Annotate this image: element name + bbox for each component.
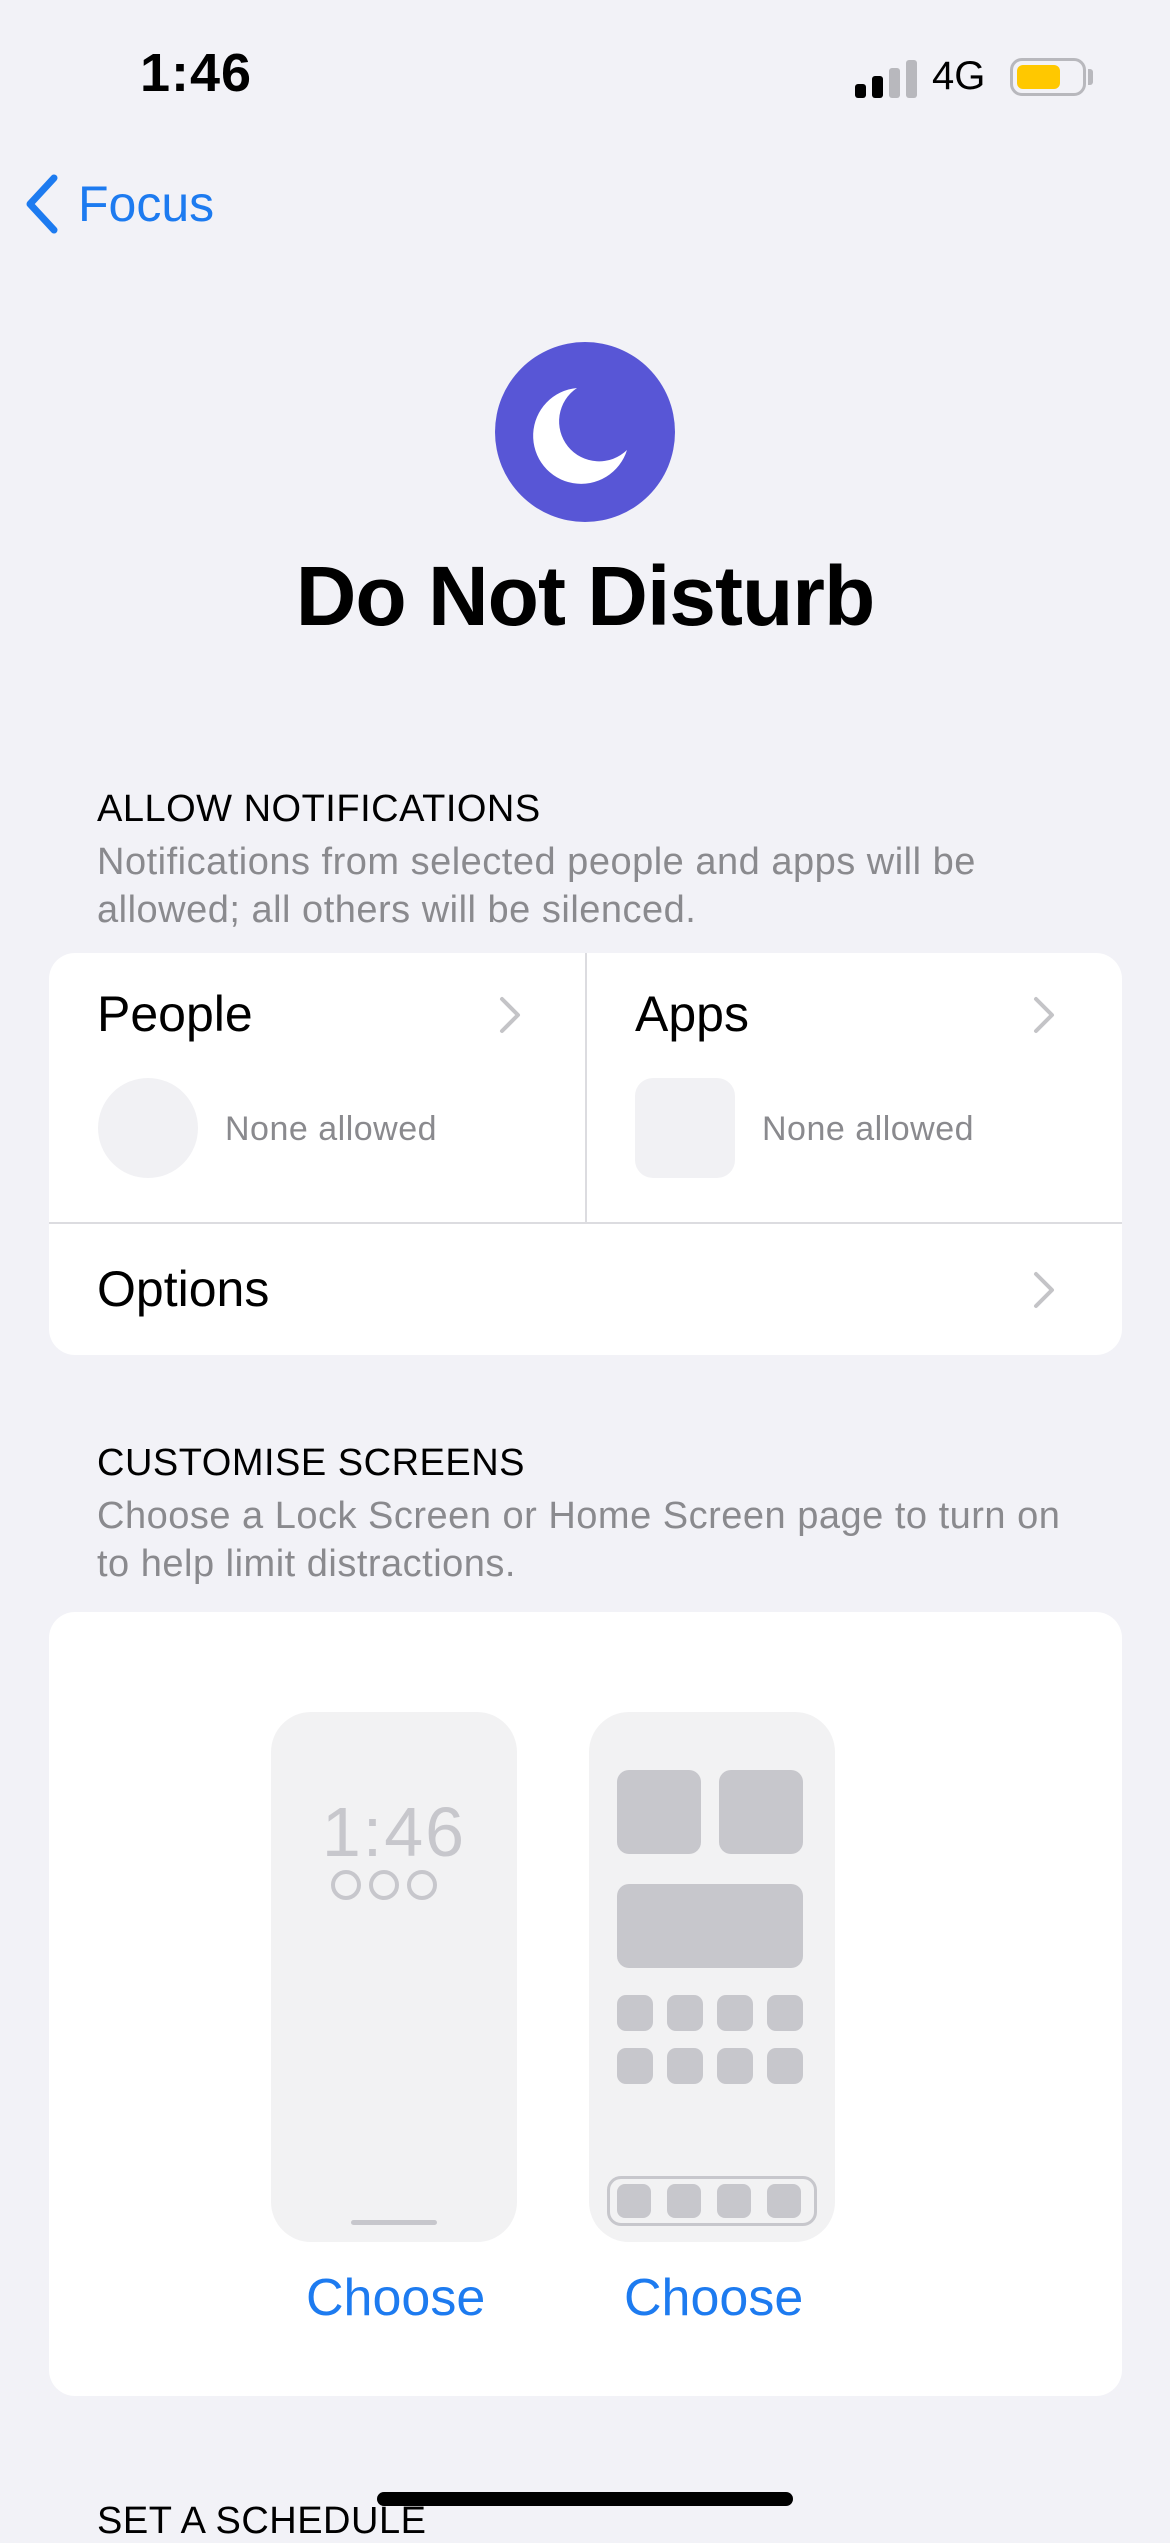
people-status: None allowed [225,1110,438,1148]
allow-notifications-description: Notifications from selected people and a… [97,841,976,931]
widget-placeholder [617,1770,701,1854]
app-icon-placeholder [617,2048,653,2084]
chevron-right-icon [1032,995,1056,1035]
customise-screens-description: Choose a Lock Screen or Home Screen page… [97,1495,1061,1585]
apps-cell[interactable]: Apps None allowed [587,953,1122,1223]
lock-screen-time: 1:46 [321,1793,467,1871]
chevron-right-icon [498,995,522,1035]
widget-placeholder [617,1884,803,1968]
customise-screens-header: CUSTOMISE SCREENS [97,1442,525,1484]
cellular-signal-icon [855,58,919,98]
moon-icon [495,342,675,522]
choose-home-screen-button[interactable]: Choose [624,2268,803,2328]
chevron-left-icon [26,174,58,234]
choose-lock-screen-button[interactable]: Choose [306,2268,485,2328]
people-label: People [97,986,253,1042]
network-type: 4G [932,54,986,98]
lock-screen-widgets [331,1870,437,1900]
signal-bar [855,84,866,98]
lock-screen-home-bar [351,2220,437,2225]
allow-notifications-card: People None allowed Apps None allowed Op… [49,953,1122,1355]
app-icon-placeholder [667,2048,703,2084]
app-icon-placeholder [717,1995,753,2031]
battery-cap [1088,69,1093,85]
people-avatar-placeholder [98,1078,198,1178]
home-indicator [377,2492,793,2506]
app-icon-placeholder [767,1995,803,2031]
app-icon-placeholder [717,2048,753,2084]
signal-bar [889,68,900,98]
allow-notifications-header: ALLOW NOTIFICATIONS [97,788,541,830]
lock-screen-preview[interactable]: 1:46 [271,1712,517,2242]
app-icon-placeholder [767,2048,803,2084]
app-icon-placeholder [617,1995,653,2031]
customise-screens-card: 1:46 Choose Choose [49,1612,1122,2396]
page-title: Do Not Disturb [295,549,876,643]
status-time: 1:46 [140,43,253,103]
battery-level [1017,65,1060,89]
widget-placeholder [719,1770,803,1854]
chevron-right-icon [1032,1270,1056,1310]
options-label: Options [97,1261,270,1317]
battery-icon [1010,58,1086,96]
signal-bar [906,60,917,98]
options-row[interactable]: Options [49,1224,1122,1355]
back-button[interactable]: Focus [20,172,214,236]
apps-status: None allowed [762,1110,975,1148]
app-icon-placeholder [667,1995,703,2031]
back-label: Focus [78,176,215,232]
signal-bar [872,76,883,98]
apps-icon-placeholder [635,1078,735,1178]
set-schedule-header: SET A SCHEDULE [97,2500,427,2542]
dock-placeholder [607,2176,817,2226]
home-screen-preview[interactable] [589,1712,835,2242]
people-cell[interactable]: People None allowed [49,953,585,1223]
apps-label: Apps [635,986,749,1042]
